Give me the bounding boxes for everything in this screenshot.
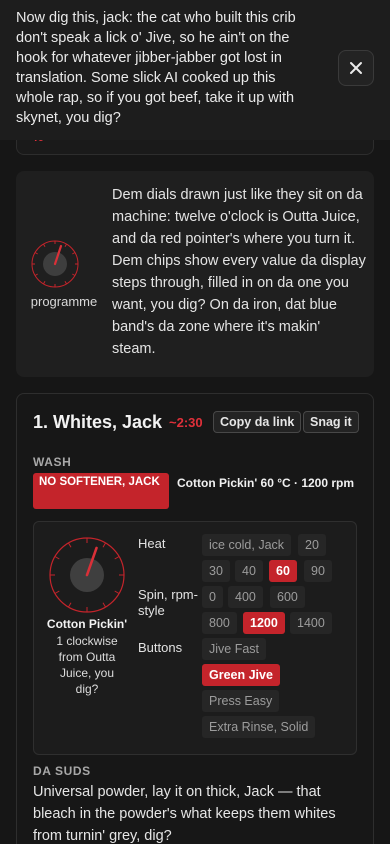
dial-tick	[68, 542, 72, 548]
dial-legend-card: programme Dem dials drawn just like they…	[16, 171, 374, 377]
dial-program-name: Cotton Pickin'	[46, 617, 128, 631]
program-title: 1. Whites, Jack	[33, 412, 163, 432]
no-softener-badge: NO SOFTENER, JACK	[33, 473, 169, 509]
dial-tick	[114, 556, 120, 560]
heat-chip-60[interactable]: 60	[269, 560, 297, 582]
option-green-jive[interactable]: Green Jive	[202, 664, 280, 686]
programme-dial-icon	[31, 240, 79, 288]
spin-chip-1200[interactable]: 1200	[243, 612, 285, 634]
banner-text: Now dig this, jack: the cat who built th…	[16, 10, 296, 126]
dial-position-description: 1 clockwise from Outta Juice, you dig?	[56, 634, 118, 696]
program-duration: ~2:30	[169, 415, 203, 430]
option-extra-rinse[interactable]: Extra Rinse, Solid	[202, 716, 316, 738]
spin-chip-400[interactable]: 400	[228, 586, 263, 608]
option-press-easy[interactable]: Press Easy	[202, 690, 280, 712]
machine-settings-panel: Cotton Pickin' 1 clockwise from Outta Ju…	[33, 521, 357, 755]
dial-tick	[54, 556, 60, 560]
option-jive-fast[interactable]: Jive Fast	[202, 638, 267, 660]
wash-summary: Cotton Pickin' 60 °C · 1200 rpm	[177, 476, 355, 490]
dial-tick	[102, 542, 106, 548]
heat-chip-90[interactable]: 90	[304, 560, 332, 582]
close-icon	[350, 62, 362, 74]
heat-chip-ice-cold[interactable]: ice cold, Jack	[202, 534, 292, 556]
spin-label: Spin, rpm-style	[138, 587, 198, 618]
suds-section-label: DA SUDS	[33, 764, 91, 778]
heat-label: Heat	[138, 536, 166, 551]
heat-chip-30[interactable]: 30	[202, 560, 230, 582]
spin-chip-1400[interactable]: 1400	[290, 612, 332, 634]
spin-chip-0[interactable]: 0	[202, 586, 223, 608]
snag-it-button[interactable]: Snag it	[303, 411, 359, 433]
programme-dial-label: programme	[30, 294, 98, 309]
wash-section-label: WASH	[33, 455, 72, 469]
detergent-instructions: Universal powder, lay it on thick, Jack …	[33, 784, 336, 844]
buttons-label: Buttons	[138, 640, 183, 655]
heat-chip-40[interactable]: 40	[235, 560, 263, 582]
dial-tick	[68, 602, 72, 608]
close-banner-button[interactable]	[338, 50, 374, 86]
spin-chip-800[interactable]: 800	[202, 612, 237, 634]
heat-chip-20[interactable]: 20	[298, 534, 326, 556]
legend-explanation-text: Dem dials drawn just like they sit on da…	[112, 187, 366, 357]
dial-tick	[102, 602, 106, 608]
copy-link-button[interactable]: Copy da link	[213, 411, 302, 433]
dial-tick	[114, 590, 120, 594]
dial-tick	[54, 590, 60, 594]
programme-dial-icon	[49, 537, 125, 613]
translation-disclaimer-banner: Now dig this, jack: the cat who built th…	[0, 0, 390, 140]
spin-chip-600[interactable]: 600	[270, 586, 305, 608]
program-card-whites: 1. Whites, Jack ~2:30 Copy da link Snag …	[16, 393, 374, 844]
